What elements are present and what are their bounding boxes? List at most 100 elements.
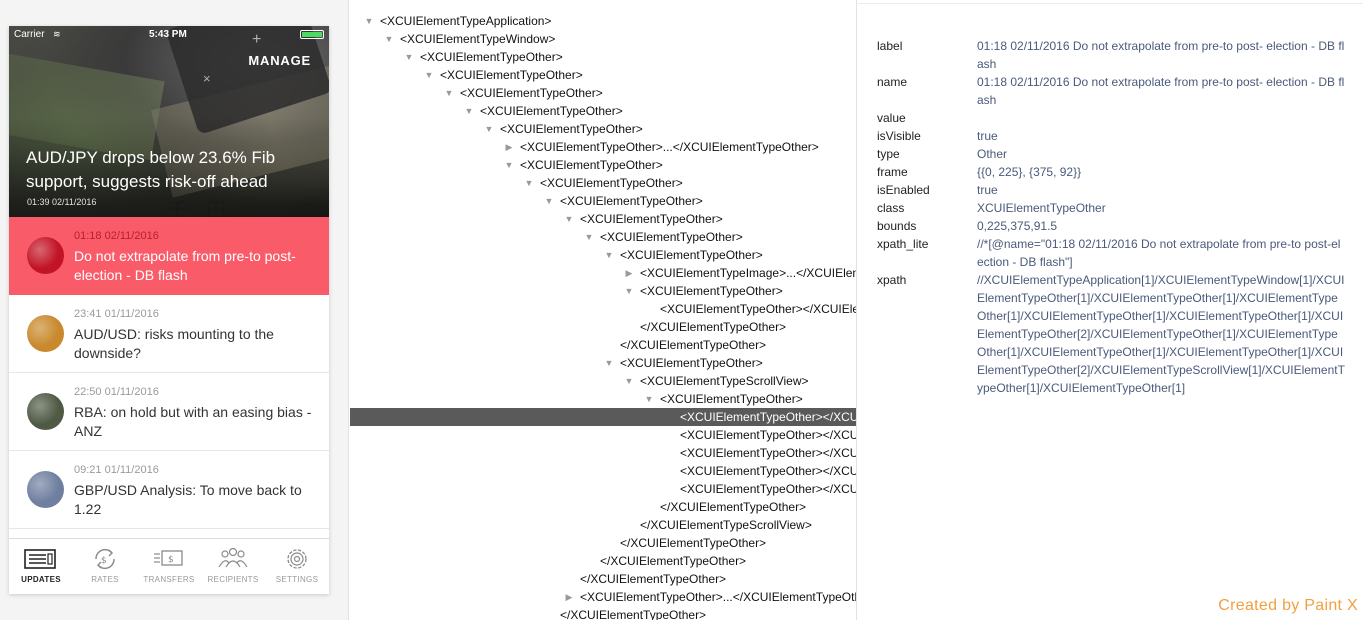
manage-button[interactable]: MANAGE [248,53,311,68]
news-item[interactable]: 22:50 01/11/2016 RBA: on hold but with an… [9,373,329,451]
tab-bar: UPDATES $ RATES $ TRANSFERS RECIPIENTS S… [9,538,329,594]
simulator-panel: + × 千 円 Carrier ≋ 5:43 PM MANAGE AUD/JPY… [0,0,349,620]
tree-node[interactable]: ▼ <XCUIElementTypeOther> [350,246,856,264]
disclosure-open-icon[interactable]: ▼ [564,210,574,228]
tree-node[interactable]: </XCUIElementTypeScrollView> [350,516,856,534]
disclosure-closed-icon[interactable]: ▶ [564,588,574,606]
tree-node-label: <XCUIElementTypeWindow> [400,32,556,46]
multiply-icon: × [203,71,211,86]
disclosure-open-icon[interactable]: ▼ [384,30,394,48]
news-item[interactable]: 09:21 01/11/2016 GBP/USD Analysis: To mov… [9,451,329,529]
property-key: name [877,75,908,89]
disclosure-open-icon[interactable]: ▼ [364,12,374,30]
tree-node[interactable]: ▼ <XCUIElementTypeOther> [350,354,856,372]
tree-node[interactable]: ▼ <XCUIElementTypeOther> [350,192,856,210]
tree-node[interactable]: ▼ <XCUIElementTypeOther> [350,156,856,174]
tree-node[interactable]: </XCUIElementTypeOther> [350,336,856,354]
tab-transfers[interactable]: $ TRANSFERS [137,539,201,594]
tree-node-label: </XCUIElementTypeOther> [560,608,707,620]
tab-label: TRANSFERS [143,575,195,584]
tree-node[interactable]: </XCUIElementTypeOther> [350,606,856,620]
featured-headline: AUD/JPY drops below 23.6% Fib support, s… [26,148,276,191]
property-value: 01:18 02/11/2016 Do not extrapolate from… [977,39,1345,71]
tree-node-label: <XCUIElementTypeOther> [460,86,603,100]
disclosure-open-icon[interactable]: ▼ [584,228,594,246]
svg-text:$: $ [101,556,107,566]
tab-label: UPDATES [21,575,61,584]
tree-node[interactable]: <XCUIElementTypeOther></XCUIElementTypeO… [350,408,856,426]
tree-node[interactable]: ▼ <XCUIElementTypeApplication> [350,12,856,30]
property-key: value [877,111,906,125]
featured-article[interactable]: + × 千 円 Carrier ≋ 5:43 PM MANAGE AUD/JPY… [9,26,329,217]
tree-node[interactable]: ▼ <XCUIElementTypeWindow> [350,30,856,48]
tree-node[interactable]: ▶ <XCUIElementTypeOther>...</XCUIElementT… [350,138,856,156]
news-headline: Do not extrapolate from pre-to post-elec… [74,248,296,283]
tree-node[interactable]: ▼ <XCUIElementTypeOther> [350,66,856,84]
tab-updates[interactable]: UPDATES [9,539,73,594]
tree-node[interactable]: ▼ <XCUIElementTypeOther> [350,120,856,138]
property-value: //XCUIElementTypeApplication[1]/XCUIElem… [977,273,1345,395]
tree-node[interactable]: ▼ <XCUIElementTypeOther> [350,102,856,120]
tree-node[interactable]: ▼ <XCUIElementTypeOther> [350,84,856,102]
disclosure-open-icon[interactable]: ▼ [544,192,554,210]
status-bar: Carrier ≋ 5:43 PM [9,26,329,44]
tree-node[interactable]: ▼ <XCUIElementTypeOther> [350,282,856,300]
tree-node[interactable]: <XCUIElementTypeOther></XCUIElementTypeO… [350,462,856,480]
tree-node[interactable]: <XCUIElementTypeOther></XCUIElementTypeO… [350,444,857,462]
disclosure-open-icon[interactable]: ▼ [624,282,634,300]
battery-level [302,32,322,37]
wifi-icon: ≋ [53,29,61,39]
tree-node-label: </XCUIElementTypeOther> [580,572,727,586]
tree-node-label: <XCUIElementTypeOther> [560,194,703,208]
tree-node-label: </XCUIElementTypeOther> [640,320,787,334]
tree-node[interactable]: </XCUIElementTypeOther> [350,552,856,570]
news-item[interactable]: 23:41 01/11/2016 AUD/USD: risks mounting … [9,295,329,373]
tree-node[interactable]: ▼ <XCUIElementTypeOther> [350,174,856,192]
property-key: bounds [877,219,917,233]
tree-node-label: <XCUIElementTypeOther></XCUIElementTypeO… [680,446,857,460]
disclosure-open-icon[interactable]: ▼ [524,174,534,192]
tree-node[interactable]: <XCUIElementTypeOther></XCUIElementTypeO… [350,426,856,444]
property-value: true [977,129,998,143]
disclosure-open-icon[interactable]: ▼ [484,120,494,138]
element-tree: ▼ <XCUIElementTypeApplication> ▼ <XCUIEleme… [350,0,857,620]
tree-node[interactable]: </XCUIElementTypeOther> [350,318,856,336]
tree-node[interactable]: ▼ <XCUIElementTypeOther> [350,228,856,246]
property-value: 01:18 02/11/2016 Do not extrapolate from… [977,75,1345,107]
tree-node[interactable]: ▼ <XCUIElementTypeOther> [350,48,856,66]
tree-node[interactable]: <XCUIElementTypeOther></XCUIElementTypeO… [350,300,856,318]
tree-node-label: </XCUIElementTypeScrollView> [640,518,812,532]
tree-node-label: </XCUIElementTypeOther> [620,536,767,550]
tree-node[interactable]: ▼ <XCUIElementTypeOther> [350,210,856,228]
tab-rates[interactable]: $ RATES [73,539,137,594]
tree-node[interactable]: ▶ <XCUIElementTypeOther>...</XCUIElementT… [350,588,856,606]
tree-node[interactable]: </XCUIElementTypeOther> [350,498,856,516]
disclosure-open-icon[interactable]: ▼ [604,246,614,264]
news-item[interactable]: 01:18 02/11/2016 Do not extrapolate from … [9,217,329,295]
tree-node[interactable]: </XCUIElementTypeOther> [350,570,856,588]
disclosure-closed-icon[interactable]: ▶ [624,264,634,282]
tree-node[interactable]: ▶ <XCUIElementTypeImage>...</XCUIElementT… [350,264,856,282]
disclosure-open-icon[interactable]: ▼ [604,354,614,372]
disclosure-open-icon[interactable]: ▼ [404,48,414,66]
tree-node[interactable]: </XCUIElementTypeOther> [350,534,856,552]
disclosure-open-icon[interactable]: ▼ [464,102,474,120]
news-thumbnail [27,471,64,508]
tree-node-label: <XCUIElementTypeOther> [620,356,763,370]
tab-recipients[interactable]: RECIPIENTS [201,539,265,594]
properties-panel: label 01:18 02/11/2016 Do not extrapolate… [858,0,1363,620]
tree-node-label: <XCUIElementTypeOther> [420,50,563,64]
tree-node[interactable]: ▼ <XCUIElementTypeOther> [350,390,856,408]
tree-node-label: <XCUIElementTypeOther> [540,176,683,190]
disclosure-open-icon[interactable]: ▼ [444,84,454,102]
disclosure-open-icon[interactable]: ▼ [624,372,634,390]
rates-icon: $ [95,549,115,569]
tree-node[interactable]: <XCUIElementTypeOther></XCUIElementTypeO… [350,480,856,498]
disclosure-closed-icon[interactable]: ▶ [504,138,514,156]
tree-node[interactable]: ▼ <XCUIElementTypeScrollView> [350,372,856,390]
tab-settings[interactable]: SETTINGS [265,539,329,594]
disclosure-open-icon[interactable]: ▼ [644,390,654,408]
disclosure-open-icon[interactable]: ▼ [424,66,434,84]
disclosure-open-icon[interactable]: ▼ [504,156,514,174]
news-thumbnail [27,237,64,274]
